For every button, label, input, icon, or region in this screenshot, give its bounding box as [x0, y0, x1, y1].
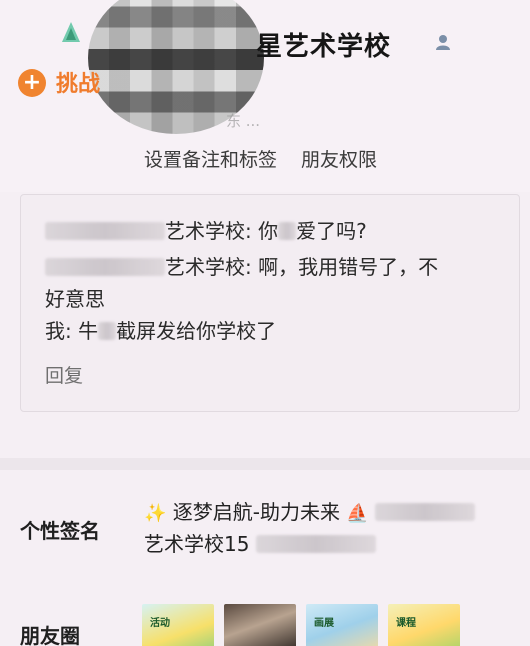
signature-text: ✨ 逐梦启航-助力未来 ⛵ 艺术学校15 [144, 497, 526, 559]
profile-page: 星艺术学校 + 挑战 东 ... 设置备注和标签 朋友权限 艺术学校: 你爱了吗… [0, 0, 530, 646]
friend-permissions-link[interactable]: 朋友权限 [301, 145, 377, 172]
signature-label: 个性签名 [20, 519, 100, 543]
sailboat-icon: ⛵ [346, 503, 369, 524]
profile-name: 星艺术学校 [256, 32, 392, 62]
profile-actions: 设置备注和标签 朋友权限 [144, 145, 377, 172]
tree-logo-icon [62, 22, 80, 42]
redacted-name [45, 258, 165, 276]
moment-thumb-4[interactable]: 课程 [388, 604, 460, 646]
faint-subtitle: 东 ... [226, 112, 261, 130]
reply-button[interactable]: 回复 [45, 361, 83, 388]
redacted-name [45, 222, 165, 240]
message-line-3: 好意思 [45, 287, 105, 311]
moment-thumb-2[interactable] [224, 604, 296, 646]
moment-thumb-3[interactable]: 画展 [306, 604, 378, 646]
message-line-4: 我: 牛截屏发给你学校了 [45, 319, 277, 343]
redacted-number [255, 535, 376, 553]
sparkle-icon: ✨ [144, 503, 167, 524]
challenge-label: 挑战 [56, 72, 101, 97]
message-line-1: 艺术学校: 你爱了吗? [45, 217, 367, 245]
moment-thumb-1[interactable]: 活动 [142, 604, 214, 646]
contact-person-icon [436, 35, 450, 50]
set-remark-tags-link[interactable]: 设置备注和标签 [144, 145, 277, 172]
redacted-text [375, 503, 476, 521]
message-line-2: 艺术学校: 啊，我用错号了，不 [45, 253, 438, 281]
challenge-icon: + [18, 69, 46, 97]
moments-label[interactable]: 朋友圈 [20, 620, 80, 646]
redacted-char [278, 222, 297, 240]
profile-header: 星艺术学校 + 挑战 东 ... 设置备注和标签 朋友权限 [0, 0, 530, 192]
section-divider [0, 458, 530, 470]
moments-thumbnails[interactable]: 活动 画展 课程 [142, 604, 460, 646]
redacted-char [98, 322, 117, 340]
message-card: 艺术学校: 你爱了吗? 艺术学校: 啊，我用错号了，不 好意思 我: 牛截屏发给… [20, 194, 520, 412]
